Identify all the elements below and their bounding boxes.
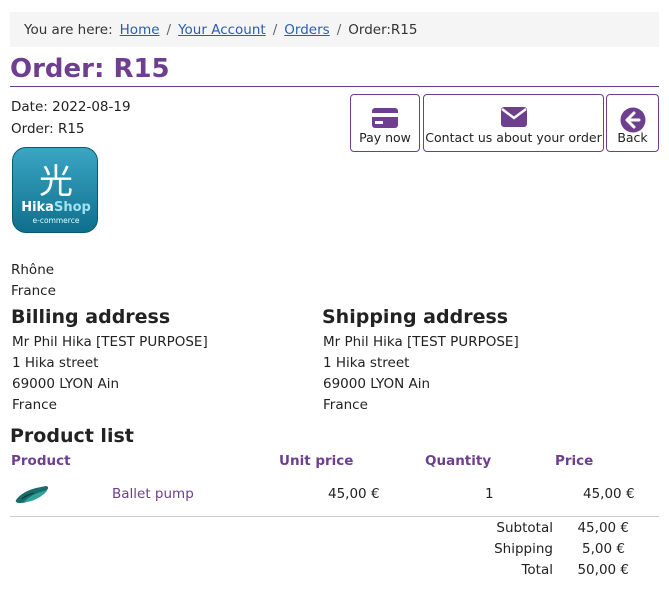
- column-header-price: Price: [555, 453, 594, 469]
- product-price: 45,00 €: [583, 486, 635, 502]
- pay-now-label: Pay now: [359, 130, 411, 145]
- column-header-product: Product: [11, 453, 71, 469]
- contact-us-button[interactable]: Contact us about your order: [423, 94, 604, 152]
- column-header-quantity: Quantity: [425, 453, 492, 469]
- back-button[interactable]: Back: [606, 94, 659, 152]
- contact-us-label: Contact us about your order: [425, 130, 602, 145]
- product-thumbnail[interactable]: [14, 481, 50, 511]
- total-label: Total: [521, 562, 553, 578]
- order-date: Date: 2022-08-19: [11, 99, 131, 115]
- shipping-line: France: [323, 397, 368, 413]
- breadcrumb-separator: /: [166, 21, 172, 38]
- shipping-line: Mr Phil Hika [TEST PURPOSE]: [323, 334, 519, 350]
- breadcrumb: You are here: Home / Your Account / Orde…: [10, 12, 659, 47]
- breadcrumb-home-link[interactable]: Home: [120, 22, 160, 38]
- shipping-label: Shipping: [494, 541, 553, 557]
- logo-glyph: 光: [39, 162, 73, 202]
- subtotal-label: Subtotal: [496, 520, 553, 536]
- breadcrumb-current: Order:R15: [348, 21, 418, 38]
- pay-now-button[interactable]: Pay now: [350, 94, 420, 152]
- breadcrumb-prefix: You are here:: [24, 21, 113, 38]
- billing-address-title: Billing address: [11, 306, 171, 328]
- credit-card-icon: [371, 107, 399, 132]
- title-divider: [10, 86, 659, 87]
- order-number: Order: R15: [11, 121, 85, 137]
- subtotal-value: 45,00 €: [577, 520, 629, 536]
- page-title: Order: R15: [10, 54, 170, 84]
- billing-line: 1 Hika street: [12, 355, 99, 371]
- billing-line: 69000 LYON Ain: [12, 376, 120, 392]
- store-address-region: Rhône: [11, 262, 55, 278]
- billing-line: Mr Phil Hika [TEST PURPOSE]: [12, 334, 208, 350]
- billing-line: France: [12, 397, 57, 413]
- shipping-line: 1 Hika street: [323, 355, 410, 371]
- product-unit-price: 45,00 €: [328, 486, 380, 502]
- shipping-address-title: Shipping address: [322, 306, 509, 328]
- breadcrumb-orders-link[interactable]: Orders: [284, 22, 329, 38]
- product-quantity: 1: [485, 486, 494, 502]
- logo-word-a: Hika: [21, 200, 54, 215]
- logo-wordmark: HikaShop: [13, 200, 97, 215]
- store-address-country: France: [11, 283, 56, 299]
- shipping-value: 5,00 €: [582, 541, 625, 557]
- envelope-icon: [500, 107, 527, 130]
- breadcrumb-account-link[interactable]: Your Account: [178, 22, 266, 38]
- product-list-title: Product list: [10, 425, 134, 447]
- arrow-left-circle-icon: [620, 107, 646, 136]
- breadcrumb-separator: /: [272, 21, 278, 38]
- store-logo: 光 HikaShop e-commerce: [12, 147, 98, 233]
- breadcrumb-separator: /: [336, 21, 342, 38]
- logo-tagline: e-commerce: [32, 216, 80, 225]
- column-header-unit-price: Unit price: [279, 453, 354, 469]
- table-divider: [10, 516, 659, 517]
- shipping-line: 69000 LYON Ain: [323, 376, 431, 392]
- total-value: 50,00 €: [577, 562, 629, 578]
- product-name-link[interactable]: Ballet pump: [112, 486, 194, 502]
- logo-word-b: Shop: [53, 200, 91, 215]
